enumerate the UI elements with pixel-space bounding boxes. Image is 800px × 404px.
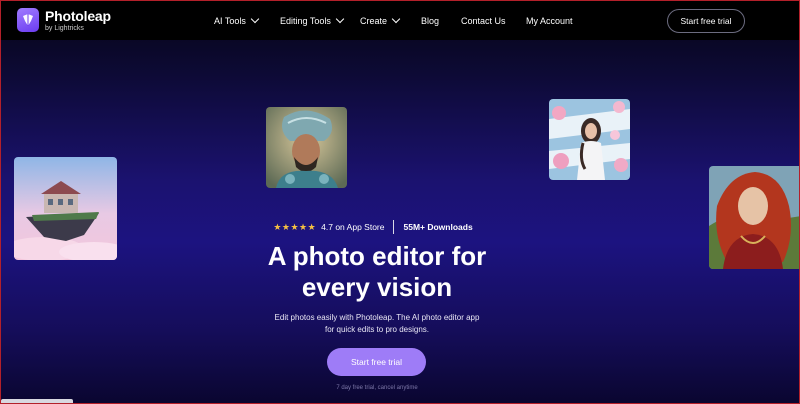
- main-nav: AI Tools Editing Tools Create Blog Conta…: [214, 1, 573, 40]
- chevron-down-icon: [391, 14, 401, 24]
- brand-name: Photoleap: [45, 7, 111, 24]
- nav-contact-us[interactable]: Contact Us: [461, 16, 526, 26]
- chevron-down-icon: [250, 14, 260, 24]
- hero-title-line-2: every vision: [301, 272, 453, 302]
- nav-item-label: Blog: [421, 15, 440, 26]
- divider: [393, 220, 395, 234]
- top-nav-bar: Photoleap by Lightricks AI Tools Editing…: [1, 1, 799, 40]
- downloads-text: 55M+ Downloads: [403, 222, 473, 232]
- chevron-down-icon: [335, 14, 345, 24]
- warrior-portrait-image: [266, 107, 347, 188]
- brand-sub: by Lightricks: [45, 24, 84, 32]
- trial-note: 7 day free trial, cancel anytime: [336, 385, 418, 391]
- hero-title: A photo editor for every vision: [1, 241, 753, 303]
- nav-ai-tools[interactable]: AI Tools: [214, 14, 280, 26]
- hero-title-line-1: A photo editor for: [267, 241, 487, 271]
- nav-item-label: Create: [360, 15, 388, 26]
- nav-my-account[interactable]: My Account: [526, 16, 573, 26]
- nav-item-label: AI Tools: [214, 15, 246, 26]
- nav-item-label: My Account: [526, 15, 573, 26]
- nav-blog[interactable]: Blog: [421, 16, 461, 26]
- header-start-trial-button[interactable]: Start free trial: [667, 9, 745, 33]
- nav-create[interactable]: Create: [360, 14, 421, 26]
- rating-row: ★★★★★ 4.7 on App Store 55M+ Downloads: [1, 220, 745, 234]
- nav-item-label: Contact Us: [461, 15, 506, 26]
- nav-item-label: Editing Tools: [280, 15, 331, 26]
- hero-subtitle: Edit photos easily with Photoleap. The A…: [274, 313, 480, 334]
- woman-flowers-image: [549, 99, 630, 180]
- star-rating-icon: ★★★★★: [273, 221, 317, 232]
- page-frame: Photoleap by Lightricks AI Tools Editing…: [0, 0, 800, 404]
- hero-start-trial-button[interactable]: Start free trial: [327, 348, 426, 376]
- photoleap-logo-icon: [17, 8, 39, 32]
- nav-editing-tools[interactable]: Editing Tools: [280, 14, 360, 26]
- brand-logo[interactable]: Photoleap by Lightricks: [17, 8, 111, 32]
- rating-text: 4.7 on App Store: [321, 222, 385, 232]
- scrollbar-hint: [1, 399, 73, 403]
